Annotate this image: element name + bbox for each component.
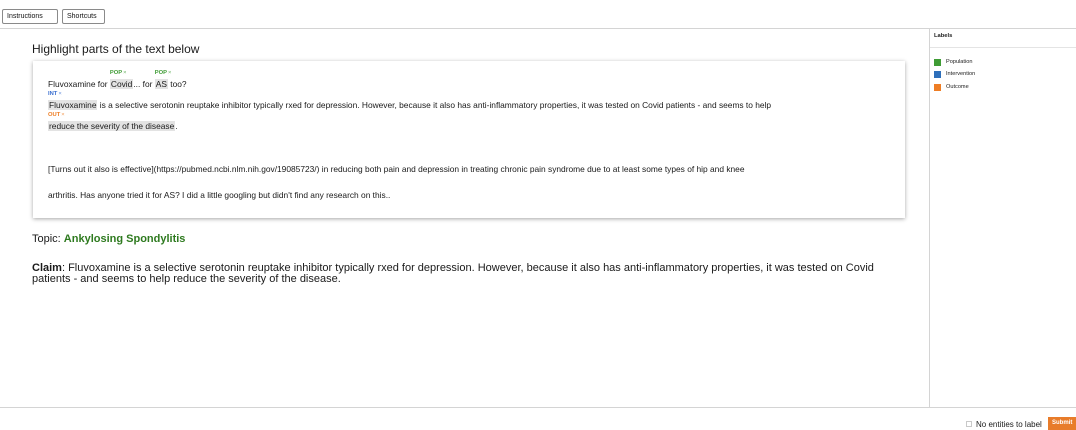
page-heading: Highlight parts of the text below	[32, 42, 200, 56]
entity-text: Fluvoxamine	[49, 100, 97, 110]
label-item-outcome[interactable]: Outcome	[934, 84, 969, 91]
entity-text: reduce the severity of the disease	[49, 121, 175, 131]
entity-tag-population[interactable]: POP×	[110, 69, 127, 77]
label-name: Outcome	[946, 84, 969, 90]
document-line[interactable]: [Turns out it also is effective](https:/…	[48, 164, 744, 174]
entity-span-population[interactable]: POP× Covid	[109, 70, 134, 89]
entity-tag-intervention[interactable]: INT×	[48, 90, 62, 98]
document-line[interactable]: arthritis. Has anyone tried it for AS? I…	[48, 190, 390, 200]
footer-bar: No entities to label Submit	[0, 407, 1076, 430]
label-item-population[interactable]: Population	[934, 59, 972, 66]
topic-line: Topic: Ankylosing Spondylitis	[32, 233, 185, 245]
document-card[interactable]: Fluvoxamine for POP× Covid... for POP× AS …	[33, 61, 905, 218]
color-swatch	[934, 84, 941, 91]
label-name: Population	[946, 59, 973, 65]
remove-entity-icon[interactable]: ×	[58, 91, 61, 97]
top-toolbar: Instructions Shortcuts	[0, 0, 1076, 29]
color-swatch	[934, 71, 941, 78]
entity-text: Covid	[110, 79, 133, 89]
remove-entity-icon[interactable]: ×	[123, 70, 126, 76]
label-item-intervention[interactable]: Intervention	[934, 71, 975, 78]
color-swatch	[934, 59, 941, 66]
remove-entity-icon[interactable]: ×	[168, 70, 171, 76]
shortcuts-button[interactable]: Shortcuts	[62, 9, 105, 24]
no-entities-checkbox[interactable]	[966, 421, 972, 427]
document-line[interactable]: Fluvoxamine for POP× Covid... for POP× AS …	[48, 70, 187, 89]
document-line[interactable]: INT× Fluvoxamine is a selective serotonin…	[48, 91, 771, 110]
topic-value: Ankylosing Spondylitis	[63, 233, 186, 245]
entity-tag-label: POP	[154, 70, 167, 76]
annotation-area: Highlight parts of the text below Fluvox…	[0, 29, 929, 407]
text-span[interactable]: Fluvoxamine for	[48, 79, 110, 89]
text-span[interactable]: .	[175, 121, 177, 131]
entity-tag-label: OUT	[48, 112, 61, 118]
text-span[interactable]: too?	[168, 79, 186, 89]
claim-text: Claim: Fluvoxamine is a selective seroto…	[32, 263, 912, 285]
entity-tag-outcome[interactable]: OUT×	[48, 111, 65, 119]
claim-body: : Fluvoxamine is a selective serotonin r…	[32, 262, 874, 285]
remove-entity-icon[interactable]: ×	[61, 112, 64, 118]
entity-span-intervention[interactable]: INT× Fluvoxamine	[48, 91, 98, 110]
text-span[interactable]: is a selective serotonin reuptake inhibi…	[97, 100, 771, 110]
divider	[930, 47, 1076, 48]
entity-span-population[interactable]: POP× AS	[154, 70, 171, 89]
text-span[interactable]: ... for	[133, 79, 154, 89]
labels-panel: Labels Population Intervention Outcome	[929, 29, 1076, 407]
entity-tag-population[interactable]: POP×	[155, 69, 172, 77]
instructions-button[interactable]: Instructions	[2, 9, 58, 24]
label-name: Intervention	[946, 71, 976, 77]
labels-panel-title: Labels	[934, 33, 953, 39]
entity-tag-label: INT	[48, 91, 58, 97]
entity-tag-label: POP	[109, 70, 123, 76]
document-line[interactable]: OUT× reduce the severity of the disease.	[48, 112, 178, 131]
entity-text: AS	[155, 79, 167, 89]
submit-button[interactable]: Submit	[1048, 417, 1076, 430]
entity-span-outcome[interactable]: OUT× reduce the severity of the disease	[48, 112, 176, 131]
topic-label: Topic:	[32, 233, 64, 245]
no-entities-label[interactable]: No entities to label	[976, 420, 1042, 429]
